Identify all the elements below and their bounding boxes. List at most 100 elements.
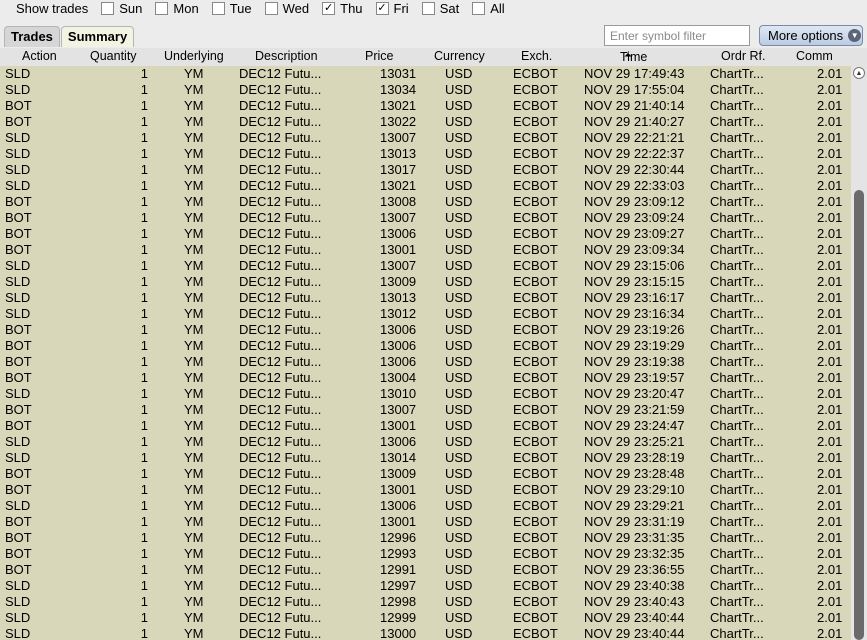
scroll-thumb[interactable] [854,190,864,640]
table-row[interactable]: BOT 1 YM DEC12 Futu... 13001 USD ECBOT NOV 29 2… [0,418,851,434]
cell-underlying: YM [184,114,204,129]
day-toggle-wed[interactable]: Wed [264,1,310,16]
checkbox-sat[interactable] [421,2,435,15]
checkbox-wed[interactable] [264,2,278,15]
col-price[interactable]: Price [365,49,393,63]
table-row[interactable]: BOT 1 YM DEC12 Futu... 13008 USD ECBOT NOV 29 2… [0,194,851,210]
table-row[interactable]: BOT 1 YM DEC12 Futu... 13022 USD ECBOT NOV 29 2… [0,114,851,130]
table-row[interactable]: SLD 1 YM DEC12 Futu... 13014 USD ECBOT NOV 29 2… [0,450,851,466]
day-toggle-sun[interactable]: Sun [101,1,142,16]
cell-ordr-rf: ChartTr... [710,162,764,177]
col-action[interactable]: Action [22,49,57,63]
col-currency[interactable]: Currency [434,49,485,63]
cell-price: 13021 [380,98,417,113]
col-comm[interactable]: Comm [796,49,833,63]
more-options-label: More options [768,28,844,43]
cell-exch: ECBOT [513,194,558,209]
table-row[interactable]: BOT 1 YM DEC12 Futu... 13006 USD ECBOT NOV 29 2… [0,354,851,370]
table-row[interactable]: SLD 1 YM DEC12 Futu... 13006 USD ECBOT NOV 29 2… [0,434,851,450]
cell-ordr-rf: ChartTr... [710,370,764,385]
cell-ordr-rf: ChartTr... [710,450,764,465]
cell-quantity: 1 [140,386,148,401]
checkbox-all[interactable] [472,2,486,15]
table-row[interactable]: BOT 1 YM DEC12 Futu... 12996 USD ECBOT NOV 29 2… [0,530,851,546]
table-row[interactable]: BOT 1 YM DEC12 Futu... 13009 USD ECBOT NOV 29 2… [0,466,851,482]
day-toggle-mon[interactable]: Mon [155,1,199,16]
cell-description: DEC12 Futu... [239,290,322,305]
cell-time: NOV 29 23:40:38 [584,578,685,593]
day-toggle-fri[interactable]: ✓ Fri [375,1,409,16]
cell-comm: 2.01 [817,370,843,385]
cell-action: BOT [5,530,32,545]
table-row[interactable]: BOT 1 YM DEC12 Futu... 13006 USD ECBOT NOV 29 2… [0,322,851,338]
cell-underlying: YM [184,370,204,385]
day-label-wed: Wed [282,1,310,16]
day-toggle-sat[interactable]: Sat [421,1,460,16]
table-row[interactable]: BOT 1 YM DEC12 Futu... 13001 USD ECBOT NOV 29 2… [0,514,851,530]
cell-comm: 2.01 [817,226,843,241]
table-row[interactable]: SLD 1 YM DEC12 Futu... 13007 USD ECBOT NOV 29 2… [0,130,851,146]
cell-action: SLD [5,610,31,625]
table-row[interactable]: BOT 1 YM DEC12 Futu... 13021 USD ECBOT NOV 29 2… [0,98,851,114]
table-row[interactable]: SLD 1 YM DEC12 Futu... 13017 USD ECBOT NOV 29 2… [0,162,851,178]
table-row[interactable]: BOT 1 YM DEC12 Futu... 13007 USD ECBOT NOV 29 2… [0,210,851,226]
table-row[interactable]: SLD 1 YM DEC12 Futu... 13013 USD ECBOT NOV 29 2… [0,146,851,162]
table-row[interactable]: BOT 1 YM DEC12 Futu... 13006 USD ECBOT NOV 29 2… [0,338,851,354]
tab-trades[interactable]: Trades [4,26,60,47]
checkbox-fri[interactable]: ✓ [375,2,389,15]
col-quantity[interactable]: Quantity [90,49,137,63]
table-row[interactable]: SLD 1 YM DEC12 Futu... 13007 USD ECBOT NOV 29 2… [0,258,851,274]
table-row[interactable]: SLD 1 YM DEC12 Futu... 13010 USD ECBOT NOV 29 2… [0,386,851,402]
cell-action: BOT [5,482,32,497]
table-row[interactable]: SLD 1 YM DEC12 Futu... 13009 USD ECBOT NOV 29 2… [0,274,851,290]
day-toggle-all[interactable]: All [472,1,505,16]
cell-comm: 2.01 [817,562,843,577]
table-row[interactable]: SLD 1 YM DEC12 Futu... 12998 USD ECBOT NOV 29 2… [0,594,851,610]
day-toggle-thu[interactable]: ✓ Thu [322,1,363,16]
col-description[interactable]: Description [255,49,318,63]
tab-summary[interactable]: Summary [60,26,135,47]
table-row[interactable]: BOT 1 YM DEC12 Futu... 13006 USD ECBOT NOV 29 2… [0,226,851,242]
table-row[interactable]: SLD 1 YM DEC12 Futu... 13000 USD ECBOT NOV 29 2… [0,626,851,640]
table-row[interactable]: BOT 1 YM DEC12 Futu... 13007 USD ECBOT NOV 29 2… [0,402,851,418]
cell-quantity: 1 [140,626,148,640]
cell-ordr-rf: ChartTr... [710,242,764,257]
more-options-button[interactable]: More options ▼ [759,25,863,46]
col-underlying[interactable]: Underlying [164,49,224,63]
cell-currency: USD [445,354,473,369]
vertical-scrollbar[interactable]: ▲ [851,66,867,640]
table-row[interactable]: SLD 1 YM DEC12 Futu... 12999 USD ECBOT NOV 29 2… [0,610,851,626]
table-row[interactable]: SLD 1 YM DEC12 Futu... 13013 USD ECBOT NOV 29 2… [0,290,851,306]
checkbox-sun[interactable] [101,2,115,15]
table-row[interactable]: SLD 1 YM DEC12 Futu... 13006 USD ECBOT NOV 29 2… [0,498,851,514]
cell-underlying: YM [184,434,204,449]
cell-description: DEC12 Futu... [239,610,322,625]
cell-description: DEC12 Futu... [239,482,322,497]
cell-price: 13007 [380,130,417,145]
checkbox-mon[interactable] [155,2,169,15]
day-label-sat: Sat [439,1,460,16]
table-row[interactable]: BOT 1 YM DEC12 Futu... 12991 USD ECBOT NOV 29 2… [0,562,851,578]
symbol-filter-input[interactable] [604,25,750,46]
table-row[interactable]: SLD 1 YM DEC12 Futu... 13021 USD ECBOT NOV 29 2… [0,178,851,194]
col-exch[interactable]: Exch. [521,49,552,63]
checkbox-tue[interactable] [211,2,225,15]
table-row[interactable]: BOT 1 YM DEC12 Futu... 12993 USD ECBOT NOV 29 2… [0,546,851,562]
table-row[interactable]: BOT 1 YM DEC12 Futu... 13004 USD ECBOT NOV 29 2… [0,370,851,386]
table-row[interactable]: SLD 1 YM DEC12 Futu... 13031 USD ECBOT NOV 29 1… [0,66,851,82]
day-toggle-tue[interactable]: Tue [211,1,252,16]
scroll-up-icon[interactable]: ▲ [853,67,865,79]
cell-exch: ECBOT [513,130,558,145]
table-row[interactable]: SLD 1 YM DEC12 Futu... 13034 USD ECBOT NOV 29 1… [0,82,851,98]
cell-exch: ECBOT [513,306,558,321]
col-ordr-rf[interactable]: Ordr Rf. [721,49,765,63]
cell-description: DEC12 Futu... [239,338,322,353]
table-row[interactable]: SLD 1 YM DEC12 Futu... 12997 USD ECBOT NOV 29 2… [0,578,851,594]
checkbox-thu[interactable]: ✓ [322,2,336,15]
table-row[interactable]: SLD 1 YM DEC12 Futu... 13012 USD ECBOT NOV 29 2… [0,306,851,322]
table-row[interactable]: BOT 1 YM DEC12 Futu... 13001 USD ECBOT NOV 29 2… [0,242,851,258]
cell-time: NOV 29 23:28:19 [584,450,685,465]
table-row[interactable]: BOT 1 YM DEC12 Futu... 13001 USD ECBOT NOV 29 2… [0,482,851,498]
cell-price: 13001 [380,242,417,257]
cell-action: SLD [5,578,31,593]
